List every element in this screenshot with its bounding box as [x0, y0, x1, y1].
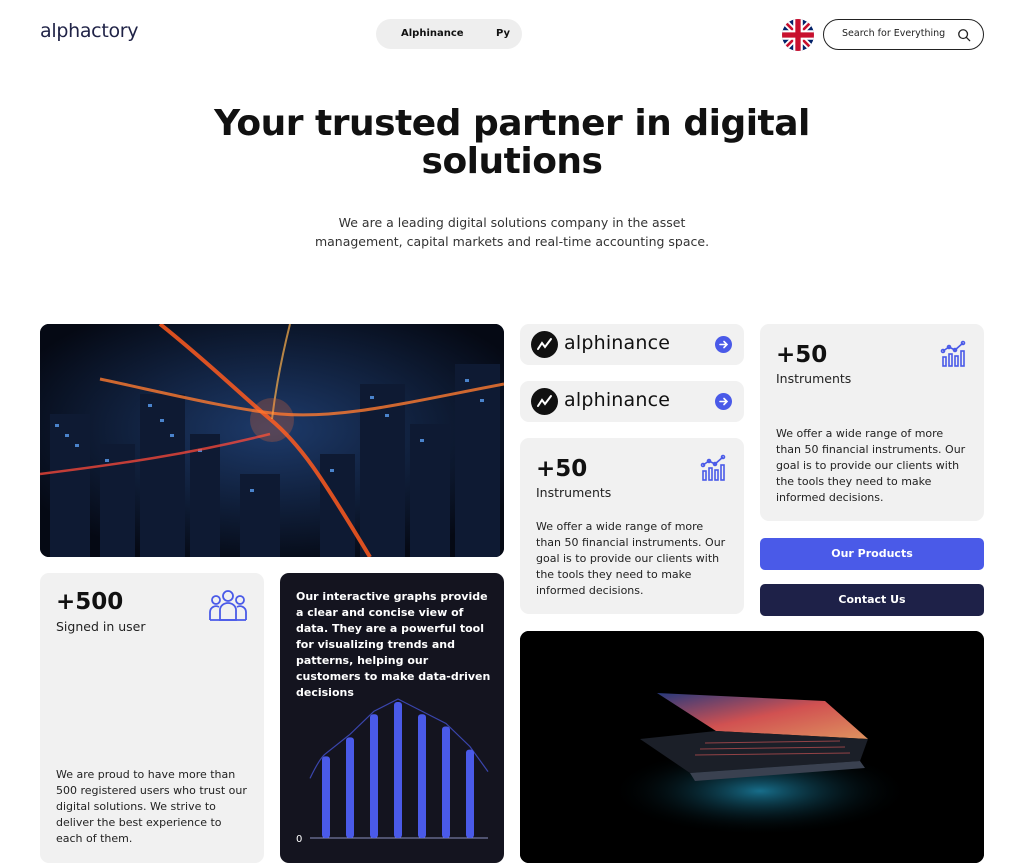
instruments-label: Instruments: [776, 371, 852, 386]
graph-bar: [394, 702, 402, 838]
users-group-icon: [209, 590, 247, 621]
search-input[interactable]: [842, 28, 952, 39]
city-night-image: [40, 324, 504, 557]
interactive-graph-card: Our interactive graphs provide a clear a…: [280, 573, 504, 863]
instruments-card-right: +50 Instruments We offer a wide range of…: [760, 324, 984, 521]
instruments-number: +50: [776, 342, 828, 368]
header: alphactory Alphinance Py: [0, 0, 1025, 70]
graph-bar: [442, 726, 450, 838]
product-link-alphinance-2[interactable]: alphinance: [520, 381, 744, 422]
arrow-right-icon[interactable]: [715, 336, 732, 353]
nav-link-alphinance[interactable]: Alphinance: [401, 28, 464, 39]
growth-chart-icon: [700, 454, 726, 481]
graph-bar: [418, 714, 426, 838]
logo[interactable]: alphactory: [40, 20, 139, 42]
laptop-dark-image: [520, 631, 984, 863]
product-name: alphinance: [564, 389, 671, 411]
hero-subtitle: We are a leading digital solutions compa…: [314, 215, 710, 249]
instruments-description: We offer a wide range of more than 50 fi…: [776, 427, 966, 504]
top-nav: Alphinance Py: [376, 19, 522, 49]
contact-us-button[interactable]: Contact Us: [760, 584, 984, 616]
growth-chart-icon: [940, 340, 966, 367]
arrow-right-icon[interactable]: [715, 393, 732, 410]
users-card: +500 Signed in user We are proud to have…: [40, 573, 264, 863]
users-number: +500: [56, 589, 124, 615]
product-link-alphinance[interactable]: alphinance: [520, 324, 744, 365]
instruments-card: +50 Instruments We offer a wide range of…: [520, 438, 744, 614]
nav-link-py[interactable]: Py: [496, 28, 510, 39]
product-name: alphinance: [564, 332, 671, 354]
hero-title: Your trusted partner in digital solution…: [214, 103, 810, 182]
graph-bar: [370, 714, 378, 838]
graph-bar: [322, 756, 330, 838]
users-description: We are proud to have more than 500 regis…: [56, 768, 247, 845]
users-label: Signed in user: [56, 619, 146, 634]
graph-zero-label: 0: [296, 834, 302, 845]
our-products-button[interactable]: Our Products: [760, 538, 984, 570]
alphinance-logo-icon: [531, 388, 558, 415]
instruments-label: Instruments: [536, 485, 612, 500]
graph-bar: [346, 737, 354, 838]
search-box[interactable]: [823, 19, 984, 50]
alphinance-logo-icon: [531, 331, 558, 358]
instruments-description: We offer a wide range of more than 50 fi…: [536, 520, 726, 597]
search-icon[interactable]: [957, 28, 971, 42]
bar-graph-illustration: 0: [296, 698, 489, 845]
instruments-number: +50: [536, 456, 588, 482]
uk-flag-icon[interactable]: [782, 19, 814, 51]
graph-bar: [466, 749, 474, 838]
